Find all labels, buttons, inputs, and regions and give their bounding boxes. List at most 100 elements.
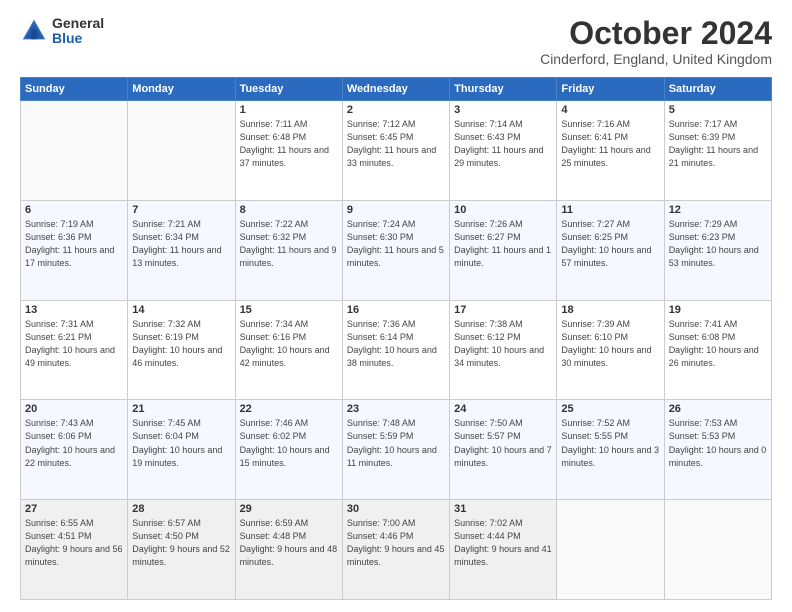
day-info: Sunrise: 7:39 AM Sunset: 6:10 PM Dayligh… [561,318,659,370]
day-number: 3 [454,104,552,116]
day-info: Sunrise: 7:36 AM Sunset: 6:14 PM Dayligh… [347,318,445,370]
calendar-cell: 8Sunrise: 7:22 AM Sunset: 6:32 PM Daylig… [235,200,342,300]
calendar-cell [21,101,128,201]
day-number: 20 [25,403,123,415]
calendar-cell: 7Sunrise: 7:21 AM Sunset: 6:34 PM Daylig… [128,200,235,300]
day-info: Sunrise: 7:50 AM Sunset: 5:57 PM Dayligh… [454,417,552,469]
calendar-cell: 13 Sunrise: 7:31 AM Sunset: 6:21 PM Dayli… [21,300,128,400]
day-number: 1 [240,104,338,116]
day-info: Sunrise: 6:55 AM Sunset: 4:51 PM Dayligh… [25,517,123,569]
day-info: Sunrise: 7:31 AM Sunset: 6:21 PM Dayligh… [25,318,123,370]
weekday-header: Sunday [21,78,128,101]
calendar-cell: 31 Sunrise: 7:02 AM Sunset: 4:44 PM Dayli… [450,500,557,600]
calendar-cell: 4Sunrise: 7:16 AM Sunset: 6:41 PM Daylig… [557,101,664,201]
day-number: 25 [561,403,659,415]
calendar-cell: 22Sunrise: 7:46 AM Sunset: 6:02 PM Dayli… [235,400,342,500]
day-number: 19 [669,304,767,316]
weekday-header: Saturday [664,78,771,101]
day-number: 23 [347,403,445,415]
header: General Blue October 2024 Cinderford, En… [20,16,772,67]
calendar-cell: 18 Sunrise: 7:39 AM Sunset: 6:10 PM Dayli… [557,300,664,400]
weekday-header: Monday [128,78,235,101]
weekday-header: Tuesday [235,78,342,101]
calendar-cell [128,101,235,201]
day-number: 6 [25,204,123,216]
calendar-cell [664,500,771,600]
day-info: Sunrise: 7:11 AM Sunset: 6:48 PM Dayligh… [240,118,338,170]
weekday-header: Thursday [450,78,557,101]
calendar-cell: 9 Sunrise: 7:24 AM Sunset: 6:30 PM Daylig… [342,200,449,300]
calendar-cell: 3 Sunrise: 7:14 AM Sunset: 6:43 PM Daylig… [450,101,557,201]
day-info: Sunrise: 7:21 AM Sunset: 6:34 PM Dayligh… [132,218,230,270]
day-number: 17 [454,304,552,316]
day-number: 18 [561,304,659,316]
day-number: 14 [132,304,230,316]
weekday-header: Wednesday [342,78,449,101]
calendar-cell: 12Sunrise: 7:29 AM Sunset: 6:23 PM Dayli… [664,200,771,300]
day-number: 11 [561,204,659,216]
calendar-cell: 28 Sunrise: 6:57 AM Sunset: 4:50 PM Dayli… [128,500,235,600]
day-number: 5 [669,104,767,116]
day-number: 13 [25,304,123,316]
calendar-table: SundayMondayTuesdayWednesdayThursdayFrid… [20,77,772,600]
calendar-header-row: SundayMondayTuesdayWednesdayThursdayFrid… [21,78,772,101]
calendar-cell: 10Sunrise: 7:26 AM Sunset: 6:27 PM Dayli… [450,200,557,300]
day-info: Sunrise: 7:48 AM Sunset: 5:59 PM Dayligh… [347,417,445,469]
calendar-cell: 5 Sunrise: 7:17 AM Sunset: 6:39 PM Daylig… [664,101,771,201]
calendar-cell: 16 Sunrise: 7:36 AM Sunset: 6:14 PM Dayli… [342,300,449,400]
day-number: 26 [669,403,767,415]
calendar-cell: 26 Sunrise: 7:53 AM Sunset: 5:53 PM Dayli… [664,400,771,500]
day-number: 15 [240,304,338,316]
logo-general: General [52,16,104,31]
day-number: 21 [132,403,230,415]
calendar-cell: 19Sunrise: 7:41 AM Sunset: 6:08 PM Dayli… [664,300,771,400]
day-number: 31 [454,503,552,515]
day-number: 24 [454,403,552,415]
calendar-cell: 15Sunrise: 7:34 AM Sunset: 6:16 PM Dayli… [235,300,342,400]
day-info: Sunrise: 7:12 AM Sunset: 6:45 PM Dayligh… [347,118,445,170]
day-info: Sunrise: 7:14 AM Sunset: 6:43 PM Dayligh… [454,118,552,170]
month-title: October 2024 [540,16,772,51]
calendar-cell: 17Sunrise: 7:38 AM Sunset: 6:12 PM Dayli… [450,300,557,400]
day-info: Sunrise: 7:32 AM Sunset: 6:19 PM Dayligh… [132,318,230,370]
day-number: 22 [240,403,338,415]
calendar-cell: 20 Sunrise: 7:43 AM Sunset: 6:06 PM Dayli… [21,400,128,500]
day-info: Sunrise: 7:00 AM Sunset: 4:46 PM Dayligh… [347,517,445,569]
day-info: Sunrise: 7:17 AM Sunset: 6:39 PM Dayligh… [669,118,767,170]
calendar-week-row: 6 Sunrise: 7:19 AM Sunset: 6:36 PM Daylig… [21,200,772,300]
day-number: 12 [669,204,767,216]
day-number: 30 [347,503,445,515]
calendar-cell: 2 Sunrise: 7:12 AM Sunset: 6:45 PM Daylig… [342,101,449,201]
day-info: Sunrise: 7:53 AM Sunset: 5:53 PM Dayligh… [669,417,767,469]
logo: General Blue [20,16,104,47]
calendar-cell: 11Sunrise: 7:27 AM Sunset: 6:25 PM Dayli… [557,200,664,300]
day-number: 16 [347,304,445,316]
logo-text: General Blue [52,16,104,47]
day-number: 28 [132,503,230,515]
calendar-cell: 24 Sunrise: 7:50 AM Sunset: 5:57 PM Dayli… [450,400,557,500]
day-info: Sunrise: 7:02 AM Sunset: 4:44 PM Dayligh… [454,517,552,569]
day-info: Sunrise: 7:24 AM Sunset: 6:30 PM Dayligh… [347,218,445,270]
day-info: Sunrise: 7:43 AM Sunset: 6:06 PM Dayligh… [25,417,123,469]
day-info: Sunrise: 7:16 AM Sunset: 6:41 PM Dayligh… [561,118,659,170]
calendar-cell [557,500,664,600]
calendar-cell: 25Sunrise: 7:52 AM Sunset: 5:55 PM Dayli… [557,400,664,500]
day-number: 10 [454,204,552,216]
calendar-week-row: 20 Sunrise: 7:43 AM Sunset: 6:06 PM Dayli… [21,400,772,500]
page: General Blue October 2024 Cinderford, En… [0,0,792,612]
day-info: Sunrise: 7:19 AM Sunset: 6:36 PM Dayligh… [25,218,123,270]
calendar-cell: 29Sunrise: 6:59 AM Sunset: 4:48 PM Dayli… [235,500,342,600]
calendar-cell: 23 Sunrise: 7:48 AM Sunset: 5:59 PM Dayli… [342,400,449,500]
calendar-week-row: 1 Sunrise: 7:11 AM Sunset: 6:48 PM Daylig… [21,101,772,201]
logo-icon [20,17,48,45]
day-info: Sunrise: 7:45 AM Sunset: 6:04 PM Dayligh… [132,417,230,469]
day-number: 9 [347,204,445,216]
day-info: Sunrise: 6:59 AM Sunset: 4:48 PM Dayligh… [240,517,338,569]
calendar-week-row: 27 Sunrise: 6:55 AM Sunset: 4:51 PM Dayli… [21,500,772,600]
subtitle: Cinderford, England, United Kingdom [540,51,772,67]
day-number: 2 [347,104,445,116]
day-number: 27 [25,503,123,515]
calendar-week-row: 13 Sunrise: 7:31 AM Sunset: 6:21 PM Dayli… [21,300,772,400]
calendar-cell: 14 Sunrise: 7:32 AM Sunset: 6:19 PM Dayli… [128,300,235,400]
day-info: Sunrise: 6:57 AM Sunset: 4:50 PM Dayligh… [132,517,230,569]
